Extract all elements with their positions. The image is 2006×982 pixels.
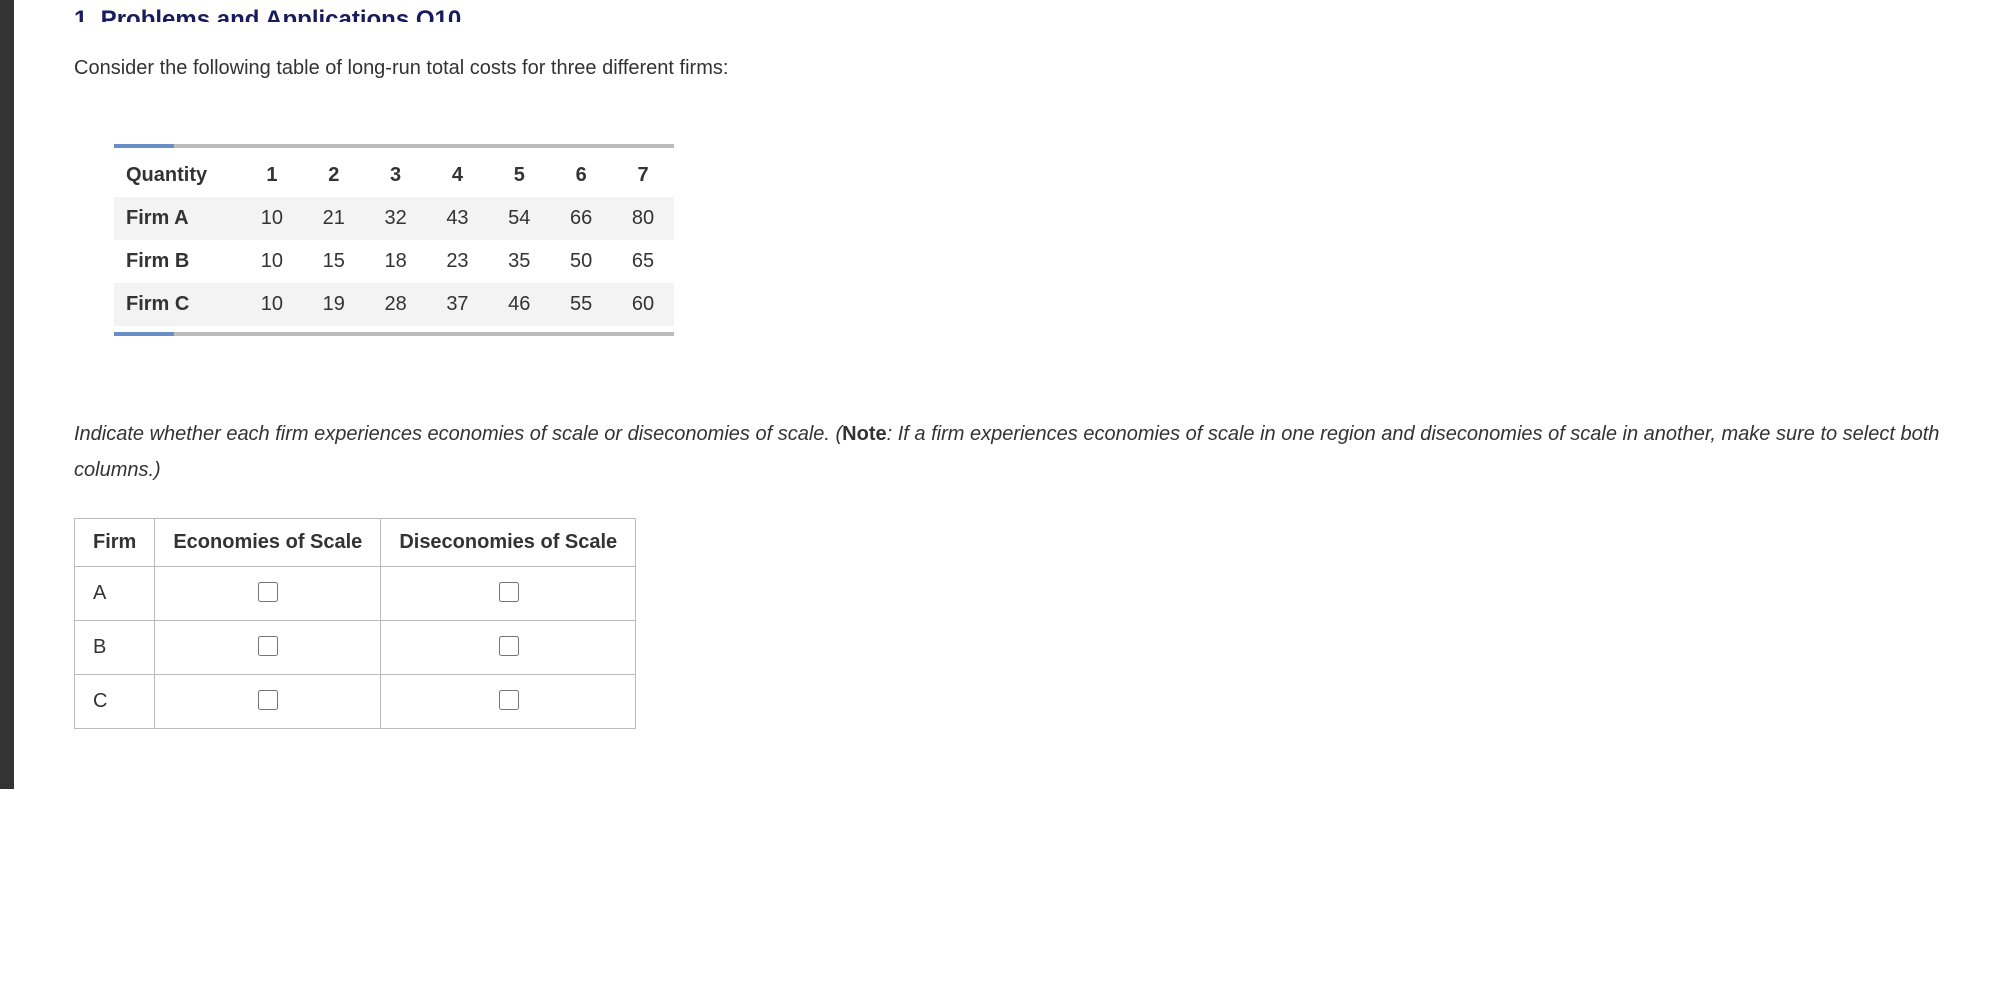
cell: 50: [550, 240, 612, 283]
answer-table: Firm Economies of Scale Diseconomies of …: [74, 518, 636, 729]
cell: 15: [303, 240, 365, 283]
firm-c-diseconomies-checkbox[interactable]: [499, 690, 519, 710]
firm-a-diseconomies-checkbox[interactable]: [499, 582, 519, 602]
section-title-cutoff: 1. Problems and Applications Q10: [74, 8, 1946, 22]
cell: 23: [427, 240, 489, 283]
firm-c-economies-cell: [155, 675, 381, 729]
firm-b-diseconomies-cell: [381, 621, 636, 675]
col-header: 7: [612, 154, 674, 197]
firm-c-economies-checkbox[interactable]: [258, 690, 278, 710]
firm-a-label: A: [75, 567, 155, 621]
note-label: Note: [842, 423, 886, 445]
cell: 10: [241, 197, 303, 240]
col-header: 5: [488, 154, 550, 197]
firm-label: Firm A: [114, 197, 241, 240]
firm-a-economies-checkbox[interactable]: [258, 582, 278, 602]
firm-b-label: B: [75, 621, 155, 675]
firm-c-diseconomies-cell: [381, 675, 636, 729]
firm-label: Firm C: [114, 283, 241, 326]
col-header: 1: [241, 154, 303, 197]
col-header: 3: [365, 154, 427, 197]
answer-row-c: C: [75, 675, 636, 729]
cell: 10: [241, 240, 303, 283]
table-bottom-rule: [114, 332, 674, 336]
economies-column-header: Economies of Scale: [155, 519, 381, 567]
firm-b-diseconomies-checkbox[interactable]: [499, 636, 519, 656]
cell: 60: [612, 283, 674, 326]
table-row: Firm B 10 15 18 23 35 50 65: [114, 240, 674, 283]
table-header-row: Quantity 1 2 3 4 5 6 7: [114, 154, 674, 197]
intro-paragraph: Consider the following table of long-run…: [74, 52, 1946, 84]
cell: 54: [488, 197, 550, 240]
table-top-rule: [114, 144, 674, 148]
data-table-container: Quantity 1 2 3 4 5 6 7 Firm A 10 21 32 4…: [114, 144, 674, 336]
firm-b-economies-checkbox[interactable]: [258, 636, 278, 656]
firm-a-economies-cell: [155, 567, 381, 621]
col-header: 4: [427, 154, 489, 197]
quantity-header: Quantity: [114, 154, 241, 197]
table-row: Firm A 10 21 32 43 54 66 80: [114, 197, 674, 240]
cell: 18: [365, 240, 427, 283]
cost-data-table: Quantity 1 2 3 4 5 6 7 Firm A 10 21 32 4…: [114, 154, 674, 326]
cell: 65: [612, 240, 674, 283]
cell: 28: [365, 283, 427, 326]
cell: 46: [488, 283, 550, 326]
col-header: 2: [303, 154, 365, 197]
cell: 19: [303, 283, 365, 326]
firm-a-diseconomies-cell: [381, 567, 636, 621]
instruction-text-1: Indicate whether each firm experiences e…: [74, 423, 842, 445]
firm-column-header: Firm: [75, 519, 155, 567]
table-row: Firm C 10 19 28 37 46 55 60: [114, 283, 674, 326]
instruction-paragraph: Indicate whether each firm experiences e…: [74, 416, 1946, 488]
firm-b-economies-cell: [155, 621, 381, 675]
answer-header-row: Firm Economies of Scale Diseconomies of …: [75, 519, 636, 567]
cell: 66: [550, 197, 612, 240]
cell: 80: [612, 197, 674, 240]
cell: 43: [427, 197, 489, 240]
cell: 21: [303, 197, 365, 240]
cell: 10: [241, 283, 303, 326]
firm-c-label: C: [75, 675, 155, 729]
answer-row-b: B: [75, 621, 636, 675]
cell: 37: [427, 283, 489, 326]
answer-row-a: A: [75, 567, 636, 621]
cell: 32: [365, 197, 427, 240]
col-header: 6: [550, 154, 612, 197]
firm-label: Firm B: [114, 240, 241, 283]
cell: 55: [550, 283, 612, 326]
page-container: 1. Problems and Applications Q10 Conside…: [0, 0, 2006, 789]
diseconomies-column-header: Diseconomies of Scale: [381, 519, 636, 567]
cell: 35: [488, 240, 550, 283]
